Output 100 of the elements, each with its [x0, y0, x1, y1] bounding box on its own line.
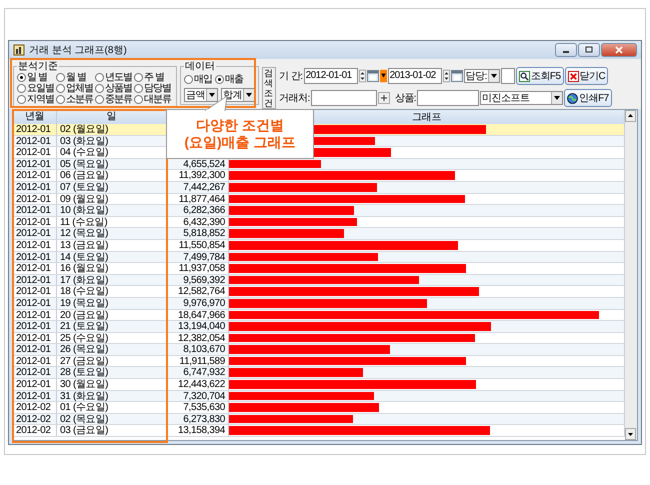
print-button[interactable]: 인쇄F7: [564, 89, 612, 107]
table-cell: 11 (수요일): [57, 216, 167, 228]
date-field[interactable]: 2012-01-01: [304, 68, 358, 84]
table-cell: 2012-01: [13, 321, 57, 332]
radio-option[interactable]: 업체별: [56, 83, 95, 94]
manager-dropdown[interactable]: 담당:: [464, 69, 500, 83]
radio-option[interactable]: 중분류: [95, 94, 134, 105]
table-cell: 19 (목요일): [57, 298, 167, 308]
scroll-down-icon[interactable]: [625, 428, 636, 440]
calendar-icon[interactable]: [366, 70, 379, 82]
close-window-button[interactable]: 닫기C: [564, 67, 608, 85]
table-cell: 06 (금요일): [57, 170, 167, 181]
table-cell: 2012-01: [13, 170, 57, 181]
radio-option[interactable]: 매출: [215, 74, 243, 85]
table-cell: 09 (월요일): [57, 194, 167, 204]
table-cell: 21 (토요일): [57, 321, 167, 332]
table-row[interactable]: 2012-01 13 (금요일) 11,550,854: [13, 240, 625, 252]
table-cell: 2012-01: [13, 298, 57, 308]
radio-option[interactable]: 주 별: [134, 72, 173, 83]
table-row[interactable]: 2012-01 30 (월요일) 12,443,622: [13, 379, 625, 391]
radio-option[interactable]: 년도별: [95, 72, 134, 83]
table-row[interactable]: 2012-02 03 (금요일) 13,158,394: [13, 425, 625, 438]
table-cell: 28 (토요일): [57, 367, 167, 378]
table-cell: 2012-01: [13, 240, 57, 251]
manager-field[interactable]: [500, 68, 515, 84]
table-cell: 2012-01: [13, 182, 57, 193]
table-row[interactable]: 2012-01 07 (토요일) 7,442,267: [13, 182, 625, 194]
search-button[interactable]: 조회F5: [516, 67, 564, 85]
radio-option[interactable]: 소분류: [56, 94, 95, 105]
group-title: 분석기준: [17, 61, 59, 72]
table-cell: 2012-01: [13, 263, 57, 274]
radio-option[interactable]: 일 별: [17, 72, 56, 83]
table-cell: 16 (월요일): [57, 263, 167, 274]
table-row[interactable]: 2012-01 17 (화요일) 9,569,392: [13, 274, 625, 286]
company-dropdown[interactable]: 미진소프트: [480, 91, 564, 105]
table-cell: 2012-02: [13, 402, 57, 413]
dropdown[interactable]: 금액: [184, 88, 218, 102]
table-cell: 14 (토요일): [57, 252, 167, 262]
table-cell: 27 (금요일): [57, 356, 167, 366]
date-field[interactable]: 2013-01-02: [388, 68, 442, 84]
table-row[interactable]: 2012-01 16 (월요일) 11,937,058: [13, 263, 625, 275]
table-cell: 01 (수요일): [57, 402, 167, 413]
table-row[interactable]: 2012-01 12 (목요일) 5,818,852: [13, 228, 625, 240]
table-cell: 2012-01: [13, 228, 57, 239]
spin-button[interactable]: [358, 68, 366, 84]
radio-option[interactable]: 매입: [184, 74, 212, 85]
caret-icon: [554, 96, 560, 100]
table-cell: 2012-01: [13, 390, 57, 402]
radio-option[interactable]: 담당별: [134, 83, 173, 94]
radio-option[interactable]: 대분류: [134, 94, 173, 105]
table-cell: 2012-02: [13, 414, 57, 424]
scrollbar[interactable]: [625, 110, 637, 440]
client-field[interactable]: [310, 90, 377, 106]
table-row[interactable]: 2012-01 31 (화요일) 7,320,704: [13, 390, 625, 402]
table-cell: 2012-01: [13, 274, 57, 286]
table-cell: 12 (목요일): [57, 228, 167, 239]
radio-option[interactable]: 요일별: [17, 83, 56, 94]
table-row[interactable]: 2012-01 05 (목요일) 4,655,524: [13, 158, 625, 170]
close-icon: [615, 46, 623, 54]
table-cell: 2012-01: [13, 310, 57, 320]
table-cell: 03 (금요일): [57, 425, 167, 436]
add-icon[interactable]: [378, 92, 390, 104]
maximize-button[interactable]: [578, 43, 600, 57]
table-row[interactable]: 2012-02 02 (목요일) 6,273,830: [13, 414, 625, 426]
table-row[interactable]: 2012-01 14 (토요일) 7,499,784: [13, 252, 625, 264]
table-row[interactable]: 2012-01 18 (수요일) 12,582,764: [13, 286, 625, 298]
table-cell: 2012-01: [13, 216, 57, 228]
window-title: 거래 분석 그래프(8행): [29, 44, 127, 57]
table-row[interactable]: 2012-01 26 (목요일) 8,103,670: [13, 344, 625, 356]
product-field[interactable]: [417, 90, 480, 106]
scroll-up-icon[interactable]: [625, 110, 636, 122]
table-cell: 2012-01: [13, 124, 57, 135]
caret-icon: [246, 92, 252, 96]
table-cell: 2012-01: [13, 158, 57, 170]
spin-button[interactable]: [442, 68, 450, 84]
table-cell: 2012-01: [13, 252, 57, 262]
table-row[interactable]: 2012-01 19 (목요일) 9,976,970: [13, 298, 625, 310]
table-cell: 2012-02: [13, 425, 57, 436]
table-cell: 2012-01: [13, 194, 57, 204]
radio-option[interactable]: 지역별: [17, 94, 56, 105]
radio-option[interactable]: 상품별: [95, 83, 134, 94]
table-cell: 20 (금요일): [57, 310, 167, 320]
close-button[interactable]: [601, 43, 637, 57]
calendar-icon[interactable]: [450, 70, 463, 82]
table-row[interactable]: 2012-01 21 (토요일) 13,194,040: [13, 321, 625, 333]
radio-option[interactable]: 월 별: [56, 72, 95, 83]
table-cell: 07 (토요일): [57, 182, 167, 193]
table-cell: 2012-01: [13, 136, 57, 146]
table-row[interactable]: 2012-01 28 (토요일) 6,747,932: [13, 367, 625, 380]
product-label: 상품:: [394, 92, 416, 105]
range-toggle-button[interactable]: [380, 68, 387, 84]
table-cell: 10 (화요일): [57, 205, 167, 216]
table-cell: 2012-01: [13, 332, 57, 344]
table-cell: 2012-01: [13, 356, 57, 366]
minimize-icon: [563, 51, 569, 53]
table-cell: 2012-01: [13, 205, 57, 216]
table-row[interactable]: 2012-01 10 (화요일) 6,282,366: [13, 205, 625, 217]
caret-icon: [490, 74, 497, 78]
minimize-button[interactable]: [555, 43, 577, 57]
table-cell: 18 (수요일): [57, 286, 167, 297]
